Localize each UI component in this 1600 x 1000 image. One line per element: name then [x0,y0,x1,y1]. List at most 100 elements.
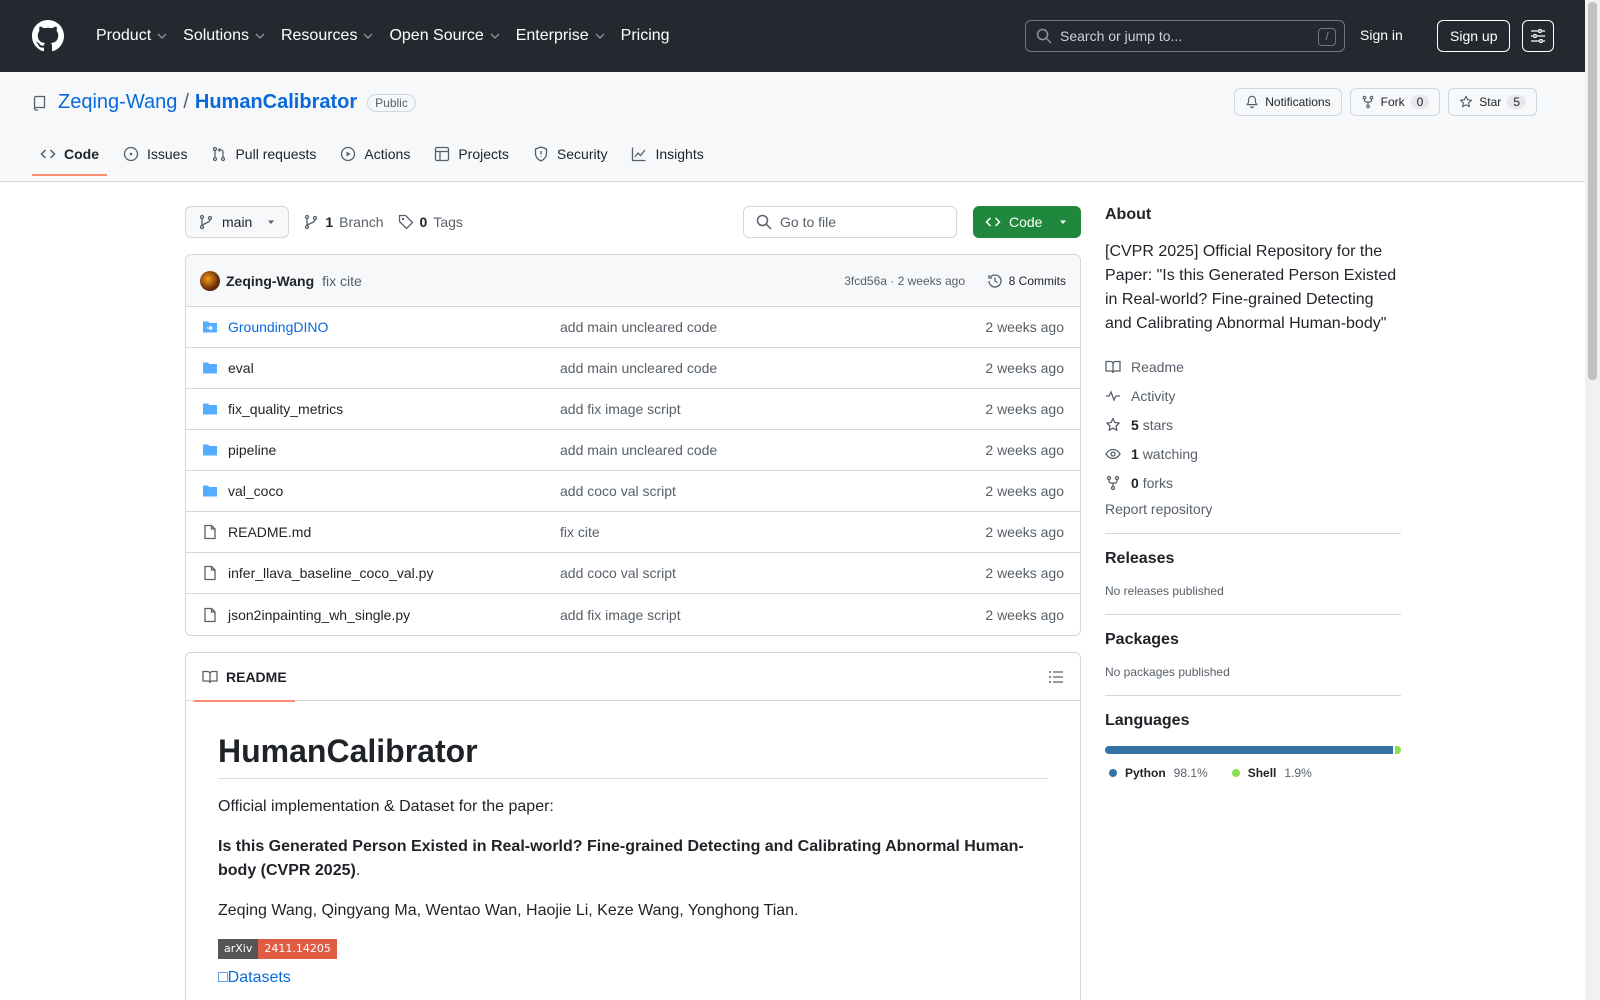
language-item[interactable]: Shell 1.9% [1231,766,1312,780]
about-heading: About [1105,206,1152,223]
readme-authors: Zeqing Wang, Qingyang Ma, Wentao Wan, Ha… [218,902,799,919]
packages-heading[interactable]: Packages [1105,631,1401,649]
file-commit-message[interactable]: add fix image script [560,607,681,623]
report-repository-link[interactable]: Report repository [1105,501,1401,517]
nav-resources[interactable]: Resources [273,16,381,56]
fork-button[interactable]: Fork 0 [1349,88,1441,116]
settings-menu-button[interactable] [1522,20,1554,52]
repo-name-link[interactable]: HumanCalibrator [195,91,357,114]
file-commit-message[interactable]: add coco val script [560,483,676,499]
file-name[interactable]: infer_llava_baseline_coco_val.py [228,565,433,581]
star-label: Star [1479,95,1502,109]
github-logo-icon[interactable] [32,20,64,52]
commit-hash-time[interactable]: 3fcd56a · 2 weeks ago [844,274,965,288]
scrollbar-thumb[interactable] [1588,2,1597,380]
file-commit-message[interactable]: add main uncleared code [560,360,717,376]
paper-title: Is this Generated Person Existed in Real… [218,838,1024,879]
star-button[interactable]: Star 5 [1448,88,1537,116]
commits-link[interactable]: 8 Commits [987,273,1066,289]
issue-icon [123,146,139,162]
global-search-input[interactable]: Search or jump to... / [1025,20,1345,52]
branches-link[interactable]: 1 Branch [303,214,384,230]
file-commit-message[interactable]: fix cite [560,524,600,540]
tag-count: 0 [419,214,428,230]
file-name[interactable]: pipeline [228,442,276,458]
tab-security[interactable]: Security [525,138,616,176]
paper-title-tail: . [355,862,361,879]
file-commit-message[interactable]: add coco val script [560,565,676,581]
star-count: 5 [1507,95,1526,109]
star-icon [1106,417,1120,431]
branch-select-button[interactable]: main [185,206,290,238]
tab-code[interactable]: Code [32,138,107,176]
repo-title: Zeqing-Wang / HumanCalibrator Public [32,91,416,114]
readme-link[interactable]: Readme [1105,352,1401,381]
notifications-label: Notifications [1265,95,1331,109]
activity-label: Activity [1131,387,1176,404]
forks-label: forks [1142,474,1174,491]
tags-link[interactable]: 0 Tags [398,214,463,230]
page-scrollbar[interactable] [1585,0,1600,1000]
arxiv-badge[interactable]: arXiv 2411.14205 [218,939,337,959]
file-name[interactable]: GroundingDINO [228,319,328,335]
chevron-down-icon [157,33,167,39]
tab-label: Code [64,146,99,162]
goto-file-input[interactable]: Go to file [743,206,957,238]
file-commit-message[interactable]: add main uncleared code [560,442,717,458]
languages-section: Languages Python 98.1% Shell 1.9% [1105,695,1401,780]
table-row[interactable]: val_coco add coco val script 2 weeks ago [186,471,1080,512]
datasets-link[interactable]: □Datasets [218,969,1048,987]
table-row[interactable]: GroundingDINO add main uncleared code 2 we… [186,307,1080,348]
file-commit-time: 2 weeks ago [985,442,1064,458]
repo-owner-link[interactable]: Zeqing-Wang [58,91,177,114]
tab-issues[interactable]: Issues [115,138,195,176]
file-name[interactable]: json2inpainting_wh_single.py [228,607,410,623]
tab-label: Actions [364,146,411,162]
tab-insights[interactable]: Insights [623,138,711,176]
avatar[interactable] [200,270,220,291]
file-commit-message[interactable]: add fix image script [560,401,681,417]
nav-pricing[interactable]: Pricing [613,16,678,56]
releases-section: Releases No releases published [1105,533,1401,598]
commit-message[interactable]: fix cite [322,273,362,289]
tab-pull-requests[interactable]: Pull requests [203,138,324,176]
tab-actions[interactable]: Actions [332,138,418,176]
caret-down-icon [1060,220,1067,224]
table-row[interactable]: json2inpainting_wh_single.py add fix imag… [186,594,1080,635]
releases-heading[interactable]: Releases [1105,550,1401,568]
nav-enterprise[interactable]: Enterprise [508,16,613,56]
file-commit-message[interactable]: add main uncleared code [560,319,717,335]
readme-tab[interactable]: README [194,653,295,702]
file-name[interactable]: fix_quality_metrics [228,401,343,417]
signin-link[interactable]: Sign in [1352,22,1411,48]
readme-title: HumanCalibrator [218,733,1048,779]
packages-note: No packages published [1105,665,1230,679]
forks-link[interactable]: 0 forks [1105,468,1401,497]
table-row[interactable]: infer_llava_baseline_coco_val.py add coco… [186,553,1080,594]
table-row[interactable]: README.md fix cite 2 weeks ago [186,512,1080,553]
nav-label: Enterprise [515,27,589,44]
table-row[interactable]: pipeline add main uncleared code 2 weeks a… [186,430,1080,471]
signup-button[interactable]: Sign up [1437,20,1511,52]
file-name[interactable]: README.md [228,524,311,540]
table-row[interactable]: eval add main uncleared code 2 weeks ago [186,348,1080,389]
watchers-link[interactable]: 1 watching [1105,439,1401,468]
code-download-button[interactable]: Code [973,206,1081,238]
file-commit-time: 2 weeks ago [985,606,1064,623]
nav-label: Solutions [183,27,249,44]
global-nav: Product Solutions Resources Open Source … [88,16,678,56]
stars-link[interactable]: 5 stars [1105,410,1401,439]
file-name[interactable]: eval [228,360,254,376]
list-icon[interactable] [1048,669,1064,685]
nav-open-source[interactable]: Open Source [381,16,507,56]
nav-solutions[interactable]: Solutions [175,16,273,56]
file-name[interactable]: val_coco [228,483,283,499]
commit-author[interactable]: Zeqing-Wang [226,273,314,289]
language-item[interactable]: Python 98.1% [1109,766,1208,780]
tab-projects[interactable]: Projects [426,138,517,176]
activity-link[interactable]: Activity [1105,381,1401,410]
nav-product[interactable]: Product [88,16,175,56]
folder-icon [203,403,217,415]
table-row[interactable]: fix_quality_metrics add fix image script 2… [186,389,1080,430]
notifications-button[interactable]: Notifications [1234,88,1342,116]
